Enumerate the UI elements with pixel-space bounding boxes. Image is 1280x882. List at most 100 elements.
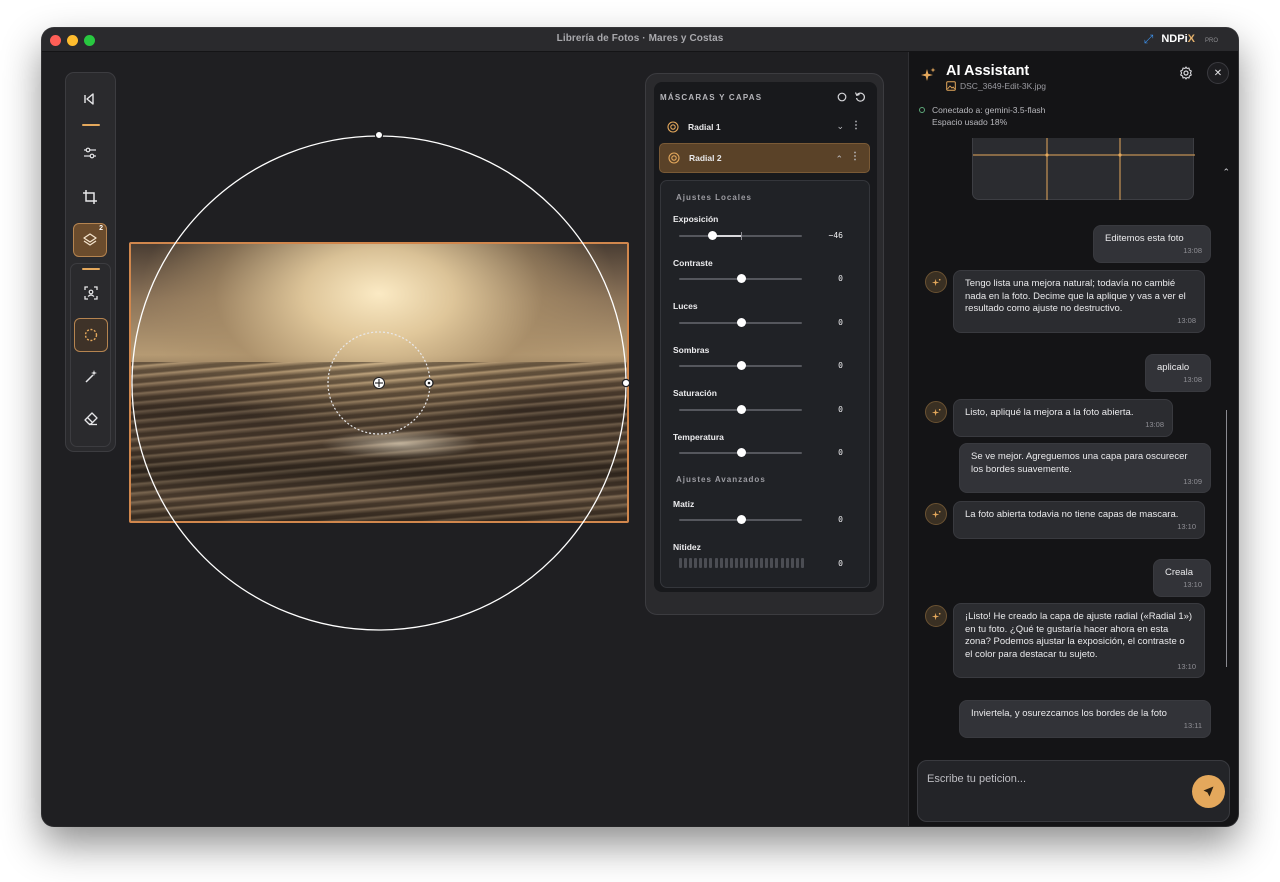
exposure-slider[interactable] <box>679 231 802 240</box>
slider-thumb[interactable] <box>736 274 746 283</box>
message-assistant: Tengo lista una mejora natural; todavía … <box>953 270 1205 333</box>
message-text: Listo, apliqué la mejora a la foto abier… <box>965 407 1134 418</box>
close-icon: ✕ <box>1213 67 1223 79</box>
adj-value-highlights: 0 <box>838 318 843 327</box>
ai-header: AI Assistant DSC_3649-Edit-3K.jpg ✕ <box>909 52 1238 100</box>
adj-label-contrast: Contraste <box>673 258 713 268</box>
message-text: aplicalo <box>1157 362 1190 373</box>
brand-tier: PRO <box>1204 37 1218 44</box>
slider-thumb[interactable] <box>736 405 746 414</box>
message-time: 13:11 <box>1183 721 1202 730</box>
hue-slider[interactable] <box>679 515 802 524</box>
message-time: 13:09 <box>1183 476 1202 486</box>
sparkle-icon <box>921 67 936 81</box>
connected-model: Conectado a: gemini-3.5-flash <box>932 105 1046 115</box>
message-assistant: ¡Listo! He creado la capa de ajuste radi… <box>953 603 1205 678</box>
adj-label-temperature: Temperatura <box>673 432 724 442</box>
chevron-up-icon[interactable]: ⌃ <box>835 154 843 165</box>
more-options-icon[interactable]: ⋮ <box>851 120 861 131</box>
masks-title: MÁSCARAS Y CAPAS <box>660 93 763 102</box>
layer-name: Radial 1 <box>688 122 721 132</box>
masks-panel-body: MÁSCARAS Y CAPAS Radial 1 ⌄ ⋮ Radial 2 ⌃… <box>654 82 877 592</box>
mask-handle-top[interactable] <box>374 130 384 140</box>
highlights-slider[interactable] <box>679 318 802 327</box>
section-local-title: Ajustes Locales <box>676 193 752 202</box>
message-user: Se ve mejor. Agreguemos una capa para os… <box>959 443 1211 493</box>
close-panel-button[interactable]: ✕ <box>1207 62 1229 84</box>
assistant-avatar <box>925 271 947 293</box>
scroll-up-icon[interactable]: ⌃ <box>1222 167 1230 178</box>
assistant-avatar <box>925 401 947 423</box>
masks-panel: MÁSCARAS Y CAPAS Radial 1 ⌄ ⋮ Radial 2 ⌃… <box>645 73 884 615</box>
send-button[interactable] <box>1192 775 1225 808</box>
image-file-icon <box>946 81 956 91</box>
saturation-slider[interactable] <box>679 405 802 414</box>
temperature-slider[interactable] <box>679 448 802 457</box>
message-text: Inviertela, y osurezcamos los bordes de … <box>971 708 1167 719</box>
adj-value-temperature: 0 <box>838 448 843 457</box>
contrast-slider[interactable] <box>679 274 802 283</box>
slider-thumb[interactable] <box>736 361 746 370</box>
message-text: Tengo lista una mejora natural; todavía … <box>965 278 1186 314</box>
adj-value-saturation: 0 <box>838 405 843 414</box>
adj-value-sharpness: 0 <box>838 559 843 568</box>
grid-preview-card <box>972 138 1195 200</box>
sparkle-icon <box>931 612 941 620</box>
section-advanced-title: Ajustes Avanzados <box>676 475 766 484</box>
message-assistant: La foto abierta todavia no tiene capas d… <box>953 501 1205 539</box>
radial-layer-icon <box>668 152 680 164</box>
message-user: Inviertela, y osurezcamos los bordes de … <box>959 700 1211 738</box>
ai-title: AI Assistant <box>946 63 1030 79</box>
settings-gear-icon[interactable] <box>1179 66 1193 80</box>
slider-thumb[interactable] <box>736 318 746 327</box>
adj-label-highlights: Luces <box>673 301 698 311</box>
rule-of-thirds-preview <box>973 138 1195 200</box>
ai-file-name: DSC_3649-Edit-3K.jpg <box>960 81 1046 91</box>
ai-assistant-panel: AI Assistant DSC_3649-Edit-3K.jpg ✕ Cone… <box>908 52 1238 826</box>
adj-value-hue: 0 <box>838 515 843 524</box>
chat-history[interactable]: ⌃ ⌄ Editemos esta foto 13:08 Tengo lista… <box>917 138 1232 778</box>
message-user: Creala 13:10 <box>1153 559 1211 597</box>
message-input[interactable] <box>927 770 1177 788</box>
composer <box>917 760 1230 822</box>
sparkle-icon <box>931 408 941 416</box>
expand-icon[interactable]: ⤢ <box>1144 33 1154 45</box>
radial-layer-icon <box>667 121 679 133</box>
reset-icon[interactable] <box>854 91 866 103</box>
more-options-icon[interactable]: ⋮ <box>850 151 860 162</box>
app-window: Librería de Fotos · Mares y Costas ⤢ NDP… <box>42 28 1238 826</box>
mask-handle-right[interactable] <box>621 378 631 388</box>
shadows-slider[interactable] <box>679 361 802 370</box>
sparkle-icon <box>931 510 941 518</box>
layer-row-radial-1[interactable]: Radial 1 ⌄ ⋮ <box>659 113 870 143</box>
message-text: ¡Listo! He creado la capa de ajuste radi… <box>965 611 1193 660</box>
message-time: 13:10 <box>1183 580 1202 589</box>
adj-label-saturation: Saturación <box>673 388 717 398</box>
adj-label-shadows: Sombras <box>673 345 710 355</box>
layer-name: Radial 2 <box>689 153 722 163</box>
adj-label-sharpness: Nitidez <box>673 542 701 552</box>
send-arrow-icon <box>1203 786 1214 797</box>
sparkle-icon <box>931 278 941 286</box>
chevron-down-icon[interactable]: ⌄ <box>836 121 844 132</box>
add-mask-icon[interactable] <box>836 91 848 103</box>
center-move-icon[interactable] <box>373 377 385 389</box>
slider-thumb[interactable] <box>708 231 718 240</box>
radial-mask-overlay[interactable] <box>42 28 642 648</box>
layer-row-radial-2[interactable]: Radial 2 ⌃ ⋮ <box>659 143 870 173</box>
message-text: Creala <box>1165 567 1193 578</box>
message-time: 13:08 <box>1145 420 1164 429</box>
slider-thumb[interactable] <box>736 448 746 457</box>
adj-value-contrast: 0 <box>838 274 843 283</box>
local-adjustments: Ajustes Locales Exposición −46 Contraste… <box>660 180 870 588</box>
chat-scrollbar[interactable] <box>1226 410 1227 667</box>
message-assistant: Listo, apliqué la mejora a la foto abier… <box>953 399 1173 437</box>
slider-thumb[interactable] <box>736 515 746 524</box>
adj-label-hue: Matiz <box>673 499 695 509</box>
brand-logo: NDPiX <box>1161 33 1195 45</box>
assistant-avatar <box>925 605 947 627</box>
sharpness-slider[interactable] <box>679 558 804 568</box>
message-time: 13:08 <box>1177 316 1196 325</box>
message-text: La foto abierta todavia no tiene capas d… <box>965 509 1179 520</box>
adj-label-exposure: Exposición <box>673 214 719 224</box>
